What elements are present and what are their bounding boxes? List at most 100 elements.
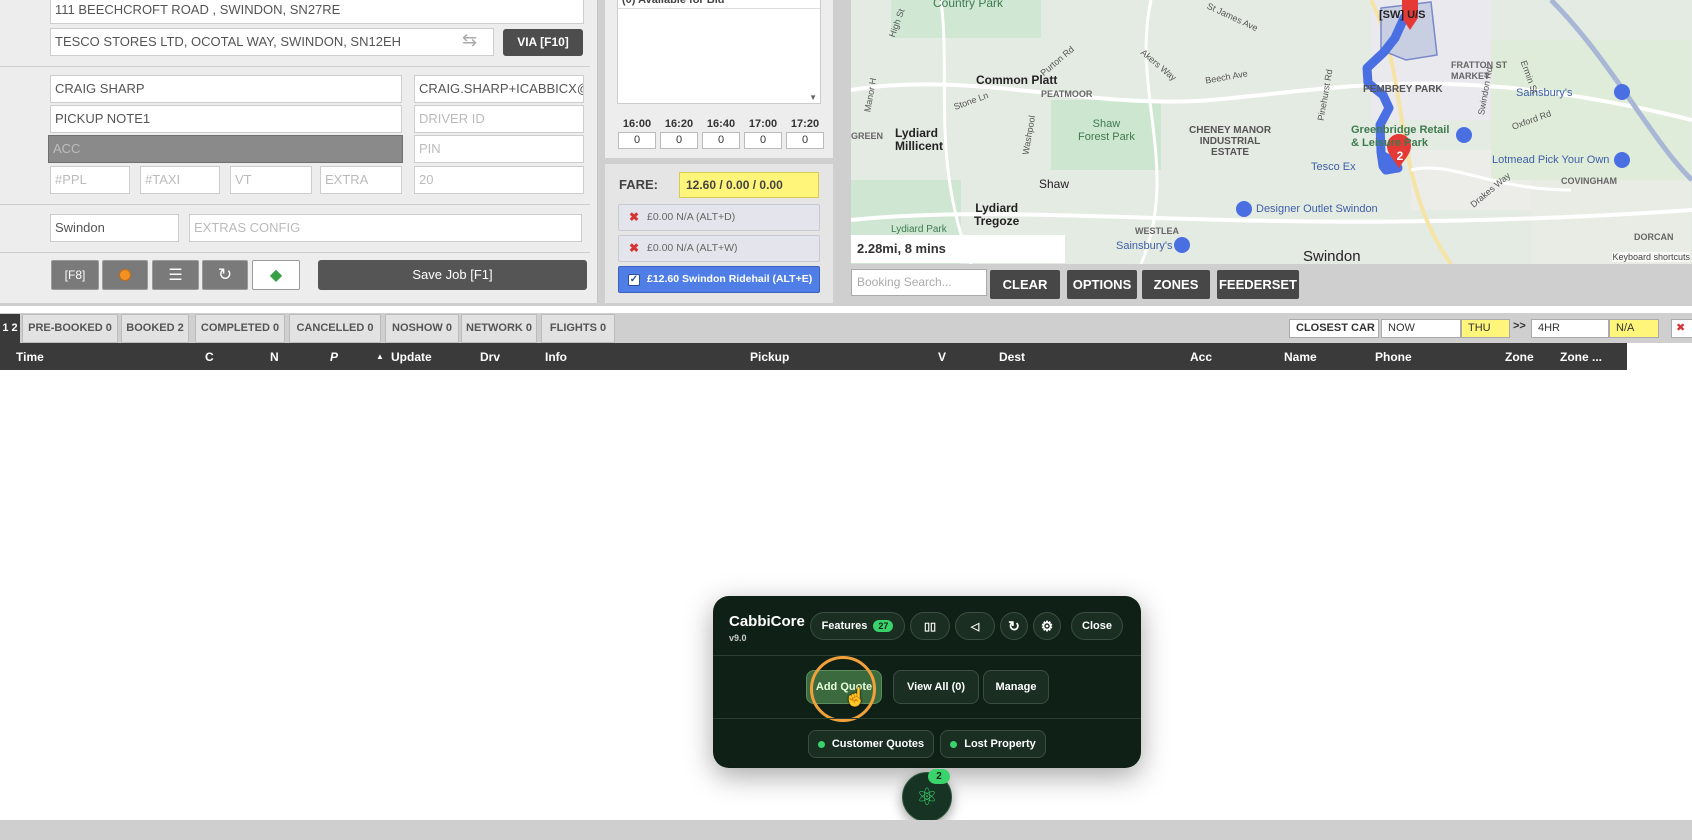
tab-noshow[interactable]: NOSHOW 0 xyxy=(385,314,459,343)
panel-version: v9.0 xyxy=(729,633,747,643)
tab-current[interactable]: 1 2 xyxy=(0,314,20,343)
fare-option-d[interactable]: ✖ £0.00 N/A (ALT+D) xyxy=(618,204,820,231)
scroll-down-icon[interactable]: ▼ xyxy=(809,93,817,102)
status-light-button[interactable] xyxy=(102,260,148,290)
refresh-button[interactable]: ↻ xyxy=(202,260,248,290)
tab-booked[interactable]: BOOKED 2 xyxy=(121,314,189,343)
col-zone-2[interactable]: Zone ... xyxy=(1560,350,1602,364)
availability-time: 16:20 xyxy=(664,118,694,130)
col-v[interactable]: V xyxy=(938,350,946,364)
orange-dot-icon xyxy=(119,269,131,281)
col-phone[interactable]: Phone xyxy=(1375,350,1412,364)
customer-quotes-button[interactable]: Customer Quotes xyxy=(808,730,934,758)
col-c[interactable]: C xyxy=(205,350,214,364)
col-time[interactable]: Time xyxy=(16,350,44,364)
fare-value[interactable]: 12.60 / 0.00 / 0.00 xyxy=(679,172,819,198)
tab-flights[interactable]: FLIGHTS 0 xyxy=(541,314,615,343)
options-button[interactable]: OPTIONS xyxy=(1067,270,1137,299)
settings-button[interactable]: ⚙ xyxy=(1033,612,1061,640)
twenty-field[interactable]: 20 xyxy=(414,166,584,194)
map-label-swindon: Swindon xyxy=(1303,248,1361,264)
col-p[interactable]: P xyxy=(330,350,338,364)
map-label-sainsburys: Sainsbury's xyxy=(1516,87,1573,99)
customer-email-field[interactable]: CRAIG.SHARP+ICABBICX@ xyxy=(414,75,584,103)
book-button[interactable]: ▯▯ xyxy=(910,612,950,640)
lost-property-button[interactable]: Lost Property xyxy=(940,730,1046,758)
map-label-shaw-forest-park: Shaw Forest Park xyxy=(1078,118,1135,143)
tab-network[interactable]: NETWORK 0 xyxy=(461,314,537,343)
megaphone-button[interactable]: ◁ xyxy=(955,612,995,640)
launcher-badge: 2 xyxy=(928,769,950,784)
availability-count[interactable]: 0 xyxy=(660,132,698,149)
availability-count[interactable]: 0 xyxy=(744,132,782,149)
via-button[interactable]: VIA [F10] xyxy=(503,29,583,56)
fare-option-label: £0.00 N/A (ALT+D) xyxy=(647,211,736,223)
availability-list[interactable]: (0) Available for Bid ▼ xyxy=(617,0,821,104)
keyboard-shortcuts-link[interactable]: Keyboard shortcuts xyxy=(1612,252,1690,262)
fare-option-e-selected[interactable]: ✓ £12.60 Swindon Ridehail (ALT+E) xyxy=(618,266,820,293)
fare-option-w[interactable]: ✖ £0.00 N/A (ALT+W) xyxy=(618,235,820,262)
time-from-field[interactable]: NOW xyxy=(1381,319,1461,338)
features-button[interactable]: Features 27 xyxy=(810,612,905,640)
map-label-sw-us: [SW] U/S xyxy=(1379,9,1426,21)
col-drv[interactable]: Drv xyxy=(480,350,500,364)
col-dest[interactable]: Dest xyxy=(999,350,1025,364)
extra-field[interactable]: EXTRA xyxy=(320,166,402,194)
extras-config-field[interactable]: EXTRAS CONFIG xyxy=(189,214,582,242)
sort-asc-icon[interactable]: ▲ xyxy=(376,352,384,361)
tab-completed[interactable]: COMPLETED 0 xyxy=(195,314,285,343)
col-info[interactable]: Info xyxy=(545,350,567,364)
availability-count[interactable]: 0 xyxy=(618,132,656,149)
availability-count[interactable]: 0 xyxy=(786,132,824,149)
passengers-field[interactable]: #PPL xyxy=(50,166,130,194)
feederset-button[interactable]: FEEDERSET xyxy=(1217,270,1299,299)
list-button[interactable]: ☰ xyxy=(152,260,199,290)
taxi-count-field[interactable]: #TAXI xyxy=(140,166,220,194)
na-field[interactable]: N/A xyxy=(1609,319,1659,338)
pickup-address-field[interactable]: 111 BEECHCROFT ROAD , SWINDON, SN27RE xyxy=(50,0,584,24)
col-n[interactable]: N xyxy=(270,350,279,364)
map-search-button[interactable]: ◆ xyxy=(252,260,300,290)
tab-cancelled[interactable]: CANCELLED 0 xyxy=(289,314,381,343)
zones-button[interactable]: ZONES xyxy=(1142,270,1210,299)
availability-time: 16:40 xyxy=(706,118,736,130)
swap-addresses-icon[interactable]: ⇆ xyxy=(462,30,477,51)
dropoff-address-field[interactable]: TESCO STORES LTD, OCOTAL WAY, SWINDON, S… xyxy=(50,28,494,56)
clear-filter-icon[interactable]: ✖ xyxy=(1671,319,1692,338)
pickup-note-field[interactable]: PICKUP NOTE1 xyxy=(50,105,402,133)
day-field[interactable]: THU xyxy=(1461,319,1510,338)
route-start-marker[interactable] xyxy=(1406,0,1414,8)
availability-count[interactable]: 0 xyxy=(702,132,740,149)
divider xyxy=(713,655,1141,656)
time-range-field[interactable]: 4HR xyxy=(1531,319,1609,338)
checkbox-checked-icon[interactable]: ✓ xyxy=(628,274,640,286)
save-job-button[interactable]: Save Job [F1] xyxy=(318,260,587,290)
col-name[interactable]: Name xyxy=(1284,350,1317,364)
hand-cursor-icon: ☝ xyxy=(844,687,867,707)
booking-search-input[interactable]: Booking Search... xyxy=(851,269,987,296)
view-all-button[interactable]: View All (0) xyxy=(893,670,979,704)
col-update[interactable]: Update xyxy=(391,350,432,364)
list-icon: ☰ xyxy=(168,267,183,284)
account-field[interactable]: ACC xyxy=(48,135,403,163)
manage-button[interactable]: Manage xyxy=(983,670,1049,704)
col-pickup[interactable]: Pickup xyxy=(750,350,789,364)
clear-button[interactable]: CLEAR xyxy=(990,270,1060,299)
status-dot-icon xyxy=(817,740,825,748)
closest-car-filter[interactable]: CLOSEST CAR xyxy=(1289,319,1379,338)
map-label-dorcan: DORCAN xyxy=(1634,232,1674,242)
f8-button[interactable]: [F8] xyxy=(51,260,99,290)
driver-id-field[interactable]: DRIVER ID xyxy=(414,105,584,133)
pin-field[interactable]: PIN xyxy=(414,135,584,163)
route-map[interactable]: 2 Country Park [SW] U/S Common Platt PEA… xyxy=(851,0,1692,264)
vehicle-type-field[interactable]: VT xyxy=(230,166,312,194)
col-zone[interactable]: Zone xyxy=(1505,350,1534,364)
refresh-panel-button[interactable]: ↻ xyxy=(1000,612,1028,640)
status-dot-icon xyxy=(950,740,958,748)
x-icon: ✖ xyxy=(629,210,640,224)
close-button[interactable]: Close xyxy=(1071,612,1123,640)
customer-name-field[interactable]: CRAIG SHARP xyxy=(50,75,402,103)
zone-field[interactable]: Swindon xyxy=(50,214,179,242)
tab-pre-booked[interactable]: PRE-BOOKED 0 xyxy=(22,314,118,343)
col-acc[interactable]: Acc xyxy=(1190,350,1212,364)
